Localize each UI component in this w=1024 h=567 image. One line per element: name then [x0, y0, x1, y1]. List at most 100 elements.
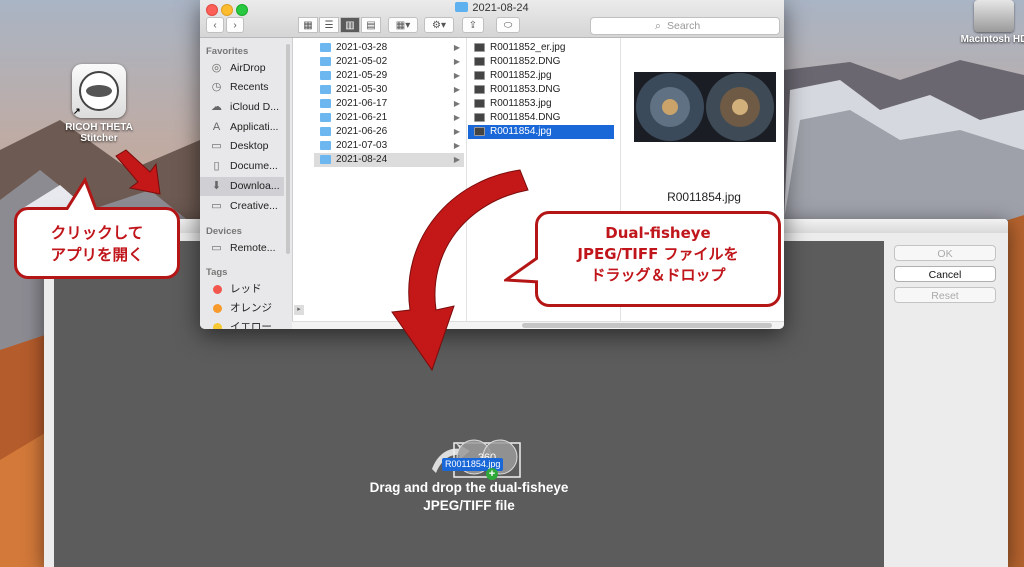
reset-button[interactable]: Reset	[894, 287, 996, 303]
window-title: 2021-08-24	[200, 2, 784, 14]
fisheye-preview-image	[634, 72, 776, 142]
image-file-icon	[474, 57, 485, 66]
tag-button[interactable]: ⬭	[496, 17, 520, 33]
chevron-right-icon: ▶	[453, 141, 460, 150]
chevron-right-icon: ▶	[453, 85, 460, 94]
sidebar-tag-red[interactable]: レッド	[200, 280, 284, 299]
folder-icon	[320, 141, 331, 150]
folder-icon	[320, 113, 331, 122]
sidebar-item-downloads[interactable]: ⬇ Downloa...	[200, 177, 284, 196]
columns-icon: ▥	[345, 20, 355, 31]
back-button[interactable]: ‹	[206, 17, 224, 33]
clock-icon: ◷	[211, 81, 222, 93]
image-file-icon	[474, 99, 485, 108]
action-button[interactable]: ⚙▾	[424, 17, 454, 33]
favorites-header: Favorites	[206, 46, 249, 57]
chevron-right-icon: ▶	[453, 71, 460, 80]
sidebar-item-documents[interactable]: ▯ Docume...	[200, 157, 284, 176]
file-row-selected[interactable]: R0011854.jpg	[468, 125, 614, 139]
red-tag-dot-icon	[213, 285, 222, 294]
alias-arrow-icon: ↗	[73, 106, 81, 116]
scrollbar-thumb[interactable]	[522, 323, 772, 328]
column-view-button[interactable]: ▥	[340, 17, 360, 33]
applications-icon: A	[212, 121, 221, 133]
sidebar-item-creative[interactable]: ▭ Creative...	[200, 197, 284, 216]
forward-button[interactable]: ›	[226, 17, 244, 33]
ok-button[interactable]: OK	[894, 245, 996, 261]
folder-row[interactable]: 2021-03-28 ▶	[314, 41, 464, 55]
list-view-button[interactable]: ☰	[319, 17, 339, 33]
finder-sidebar: Favorites ◎ AirDrop ◷ Recents ☁ iCloud D...…	[200, 38, 293, 329]
preview-filename: R0011854.jpg	[667, 190, 741, 204]
folder-icon	[320, 71, 331, 80]
sidebar-tag-orange[interactable]: オレンジ	[200, 299, 284, 318]
image-file-icon	[474, 43, 485, 52]
stitcher-app-icon: ↗	[72, 64, 126, 118]
callout-click-open: クリックして アプリを開く	[14, 176, 180, 279]
cloud-icon: ☁	[211, 101, 222, 113]
ricoh-theta-stitcher-app-icon[interactable]: ↗ RICOH THETA Stitcher	[62, 64, 136, 144]
sidebar-item-recents[interactable]: ◷ Recents	[200, 78, 284, 97]
folder-icon	[320, 155, 331, 164]
chevron-right-icon: ›	[233, 20, 237, 31]
tags-header: Tags	[206, 267, 228, 278]
search-icon: ⌕	[655, 20, 661, 32]
search-input[interactable]: ⌕ Search	[590, 17, 780, 35]
resize-handle-icon[interactable]: ▸	[294, 305, 304, 315]
gallery-view-button[interactable]: ▤	[361, 17, 381, 33]
folder-row[interactable]: 2021-06-21 ▶	[314, 111, 464, 125]
orange-tag-dot-icon	[213, 304, 222, 313]
file-row[interactable]: R0011853.jpg	[468, 97, 618, 111]
group-icon: ▦▾	[395, 20, 411, 31]
share-icon: ⇪	[468, 20, 478, 31]
file-row[interactable]: R0011854.DNG	[468, 111, 618, 125]
share-button[interactable]: ⇪	[462, 17, 484, 33]
folder-icon	[455, 2, 469, 12]
sidebar-item-icloud[interactable]: ☁ iCloud D...	[200, 98, 284, 117]
folder-row[interactable]: 2021-06-26 ▶	[314, 125, 464, 139]
download-icon: ⬇	[211, 180, 222, 192]
file-row[interactable]: R0011852_er.jpg	[468, 41, 618, 55]
file-row[interactable]: R0011852.DNG	[468, 55, 618, 69]
sidebar-scrollbar[interactable]	[286, 44, 290, 254]
file-row[interactable]: R0011853.DNG	[468, 83, 618, 97]
group-by-button[interactable]: ▦▾	[388, 17, 418, 33]
airdrop-icon: ◎	[211, 62, 222, 74]
folder-row[interactable]: 2021-05-29 ▶	[314, 69, 464, 83]
gallery-icon: ▤	[366, 20, 376, 31]
callout-left-line2: アプリを開く	[50, 246, 144, 264]
image-file-icon	[474, 85, 485, 94]
sidebar-item-airdrop[interactable]: ◎ AirDrop	[200, 59, 284, 78]
copy-plus-icon: +	[486, 468, 498, 480]
folder-row[interactable]: 2021-07-03 ▶	[314, 139, 464, 153]
app-icon-label-line2: Stitcher	[80, 133, 118, 144]
callout-right-line3: ドラッグ＆ドロップ	[590, 266, 726, 284]
folder-row[interactable]: 2021-05-30 ▶	[314, 83, 464, 97]
list-icon: ☰	[324, 20, 334, 31]
document-icon: ▯	[213, 160, 220, 172]
image-file-icon	[474, 71, 485, 80]
drop-line-2: JPEG/TIFF file	[423, 498, 515, 513]
devices-header: Devices	[206, 226, 242, 237]
chevron-right-icon: ▶	[453, 43, 460, 52]
callout-right-line1: Dual-fisheye	[605, 224, 711, 242]
icon-view-button[interactable]: ▦	[298, 17, 318, 33]
chevron-left-icon: ‹	[213, 20, 217, 31]
yellow-tag-dot-icon	[213, 323, 222, 329]
image-file-icon	[474, 113, 485, 122]
sidebar-item-remote[interactable]: ▭ Remote...	[200, 239, 284, 258]
folder-icon	[320, 99, 331, 108]
sidebar-tag-yellow[interactable]: イエロー	[200, 318, 284, 329]
cancel-button[interactable]: Cancel	[894, 266, 996, 282]
file-row[interactable]: R0011852.jpg	[468, 69, 618, 83]
callout-right-line2: JPEG/TIFF ファイルを	[577, 245, 739, 263]
gear-icon: ⚙▾	[432, 20, 446, 31]
sidebar-item-desktop[interactable]: ▭ Desktop	[200, 137, 284, 156]
folder-row[interactable]: 2021-06-17 ▶	[314, 97, 464, 111]
macintosh-hd-icon[interactable]: Macintosh HD	[958, 0, 1024, 45]
tag-icon: ⬭	[503, 20, 513, 31]
sidebar-item-applications[interactable]: A Applicati...	[200, 118, 284, 137]
grid-icon: ▦	[303, 20, 313, 31]
callout-left-line1: クリックして	[50, 224, 144, 242]
folder-row[interactable]: 2021-05-02 ▶	[314, 55, 464, 69]
